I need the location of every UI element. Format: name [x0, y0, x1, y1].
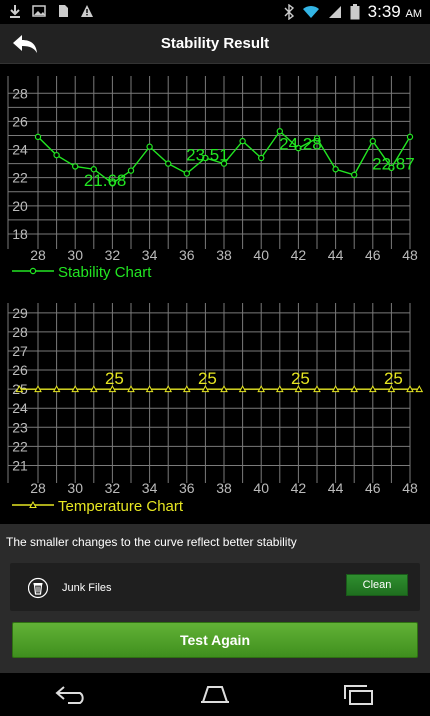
y-tick-label: 23	[12, 419, 28, 435]
charts-svg: 18 20 22 24 26 28 28 30 32 34 36 38 40 42 44 46 48 21.68 2…	[7, 76, 424, 515]
x-tick-label: 46	[365, 480, 381, 496]
y-tick-label: 26	[12, 113, 28, 129]
clock: 3:39 AM	[367, 2, 422, 21]
x-tick-label: 44	[328, 480, 344, 496]
x-tick-label: 42	[291, 480, 307, 496]
data-label: 22.87	[372, 154, 415, 173]
status-bar: 3:39 AM	[0, 0, 430, 24]
sd-card-icon	[59, 5, 68, 17]
x-tick-label: 44	[328, 247, 344, 263]
data-point	[239, 137, 246, 145]
trash-icon[interactable]	[28, 577, 48, 599]
y-tick-label: 27	[12, 343, 28, 359]
data-label: 25	[384, 369, 403, 388]
image-icon	[32, 5, 46, 17]
y-tick-label: 29	[12, 305, 28, 321]
data-point	[332, 166, 339, 173]
junk-files-card: Junk Files Clean	[10, 563, 420, 611]
data-point	[369, 137, 376, 145]
data-label: 25	[198, 369, 217, 388]
data-point	[351, 171, 358, 179]
x-tick-label: 46	[365, 247, 381, 263]
x-tick-label: 36	[179, 480, 195, 496]
x-tick-label: 28	[30, 247, 46, 263]
x-tick-label: 34	[142, 480, 158, 496]
x-tick-label: 30	[67, 247, 83, 263]
legend-marker	[29, 267, 37, 275]
data-point	[406, 133, 414, 141]
bluetooth-icon	[284, 4, 294, 20]
y-tick-label: 28	[12, 324, 28, 340]
y-tick-label: 28	[12, 85, 28, 101]
y-tick-label: 26	[12, 362, 28, 378]
x-tick-label: 40	[253, 480, 269, 496]
legend-label: Temperature Chart	[58, 498, 184, 515]
y-tick-label: 18	[12, 226, 28, 242]
y-tick-label: 22	[12, 170, 28, 186]
data-point	[183, 170, 190, 177]
data-point	[34, 133, 42, 141]
x-tick-label: 38	[216, 480, 232, 496]
x-tick-label: 28	[30, 480, 46, 496]
y-tick-label: 21	[12, 457, 28, 473]
y-tick-label: 20	[12, 198, 28, 214]
junk-files-label: Junk Files	[62, 582, 112, 594]
y-tick-label: 22	[12, 438, 28, 454]
signal-icon	[328, 6, 341, 18]
data-point	[258, 154, 265, 162]
data-point	[276, 128, 283, 135]
x-tick-label: 40	[253, 247, 269, 263]
test-again-button[interactable]: Test Again	[12, 622, 418, 658]
data-point	[164, 160, 172, 167]
charts-panel: 18 20 22 24 26 28 28 30 32 34 36 38 40 42 44 46 48 21.68 2…	[0, 64, 430, 524]
x-tick-label: 30	[67, 480, 83, 496]
warning-icon	[81, 5, 93, 17]
recent-apps-icon[interactable]	[340, 683, 376, 705]
x-tick-label: 36	[179, 247, 195, 263]
x-tick-label: 32	[105, 480, 121, 496]
x-tick-label: 32	[105, 247, 121, 263]
y-tick-label: 24	[12, 400, 28, 416]
y-tick-label: 24	[12, 142, 28, 158]
data-label: 25	[105, 369, 124, 388]
x-tick-label: 42	[291, 247, 307, 263]
battery-icon	[350, 4, 360, 20]
x-tick-label: 48	[402, 247, 418, 263]
download-icon	[10, 5, 20, 18]
x-tick-label: 34	[142, 247, 158, 263]
title-bar: Stability Result	[0, 24, 430, 64]
page-title: Stability Result	[160, 35, 270, 52]
data-point	[127, 167, 135, 174]
x-tick-label: 48	[402, 480, 418, 496]
navigation-bar	[0, 673, 430, 716]
legend-label: Stability Chart	[58, 264, 152, 281]
data-label: 24.28	[279, 135, 322, 154]
data-label: 25	[291, 369, 310, 388]
clean-button[interactable]: Clean	[346, 574, 408, 596]
back-icon[interactable]	[54, 683, 90, 705]
home-icon[interactable]	[197, 683, 233, 705]
data-label: 21.68	[84, 171, 127, 190]
hint-text: The smaller changes to the curve reflect…	[6, 535, 297, 549]
data-label: 23.51	[186, 145, 229, 164]
data-point	[146, 143, 153, 150]
x-tick-label: 38	[216, 247, 232, 263]
data-point	[53, 151, 60, 159]
data-point	[71, 163, 79, 170]
wifi-icon	[302, 5, 319, 18]
